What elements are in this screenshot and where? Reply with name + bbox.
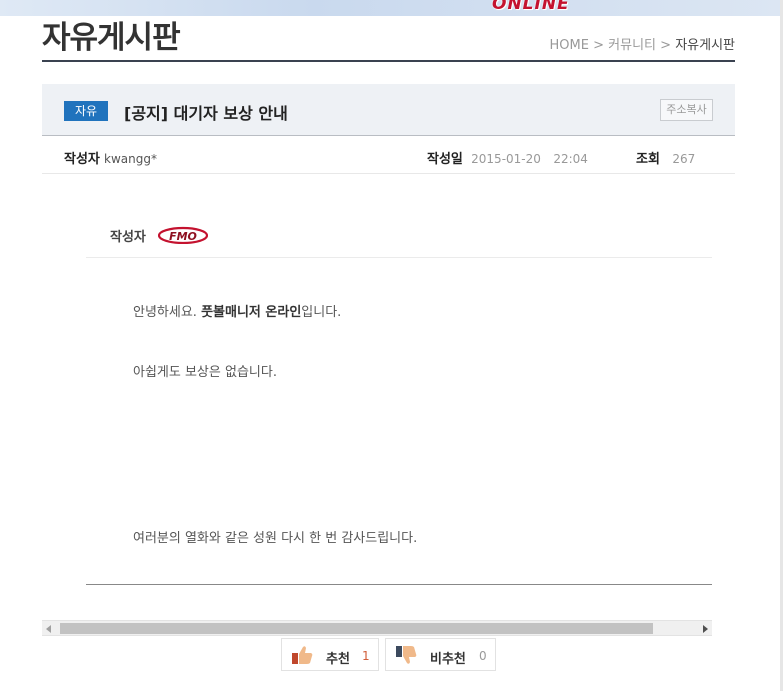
content-divider (86, 257, 712, 258)
meta-author: 작성자 kwangg* (64, 148, 157, 167)
banner-logo: ONLINE (492, 0, 570, 14)
post-meta: 작성자 kwangg* 작성일 2015-01-20 22:04 조회 267 (42, 136, 735, 174)
content-paragraph: 여러분의 열화와 같은 성원 다시 한 번 감사드립니다. (133, 531, 418, 546)
game-name: 풋볼매니저 온라인 (201, 305, 302, 320)
horizontal-scrollbar[interactable] (42, 620, 712, 636)
content-paragraph: 안녕하세요. 풋볼매니저 온라인입니다. (133, 301, 341, 320)
breadcrumb-community[interactable]: 커뮤니티 (608, 38, 656, 53)
content-bottom-divider (86, 584, 712, 585)
date-value: 2015-01-20 (471, 152, 541, 166)
recommend-label: 추천 (326, 652, 350, 667)
scrollbar-thumb[interactable] (60, 623, 653, 634)
recommend-count: 1 (362, 649, 370, 663)
page-title: 자유게시판 (42, 20, 181, 56)
greeting-text: 안녕하세요. (133, 305, 202, 320)
breadcrumb: HOME > 커뮤니티 > 자유게시판 (550, 34, 735, 53)
fmo-logo: FMO (158, 226, 208, 244)
copy-address-button[interactable]: 주소복사 (660, 99, 713, 121)
meta-date: 작성일 2015-01-20 22:04 (427, 148, 588, 167)
greeting-suffix: 입니다. (301, 305, 342, 320)
author-value[interactable]: kwangg* (104, 152, 157, 166)
scroll-right-icon[interactable] (703, 625, 708, 633)
fmo-logo-text: FMO (169, 230, 197, 243)
not-recommend-label: 비추천 (430, 652, 466, 667)
scroll-left-icon[interactable] (46, 625, 51, 633)
not-recommend-count: 0 (479, 649, 487, 663)
content-author-label: 작성자 (110, 230, 146, 245)
post-title: [공지] 대기자 보상 안내 (124, 104, 288, 123)
breadcrumb-home[interactable]: HOME (550, 38, 589, 53)
post-header: 자유 [공지] 대기자 보상 안내 주소복사 (42, 84, 735, 136)
recommend-button[interactable]: 추천 1 (281, 638, 379, 671)
content-paragraph: 아쉽게도 보상은 없습니다. (133, 365, 277, 380)
thumbs-up-icon (292, 646, 313, 664)
breadcrumb-separator: > (593, 38, 605, 53)
views-value: 267 (672, 152, 696, 166)
time-value: 22:04 (553, 152, 588, 166)
not-recommend-button[interactable]: 비추천 0 (385, 638, 496, 671)
views-label: 조회 (636, 152, 660, 167)
author-label: 작성자 (64, 152, 100, 167)
breadcrumb-current[interactable]: 자유게시판 (675, 38, 735, 53)
date-label: 작성일 (427, 152, 463, 167)
category-badge: 자유 (64, 101, 108, 121)
title-divider (42, 60, 735, 62)
thumbs-down-icon (396, 646, 417, 664)
breadcrumb-separator: > (660, 38, 672, 53)
meta-views: 조회 267 (636, 148, 695, 167)
